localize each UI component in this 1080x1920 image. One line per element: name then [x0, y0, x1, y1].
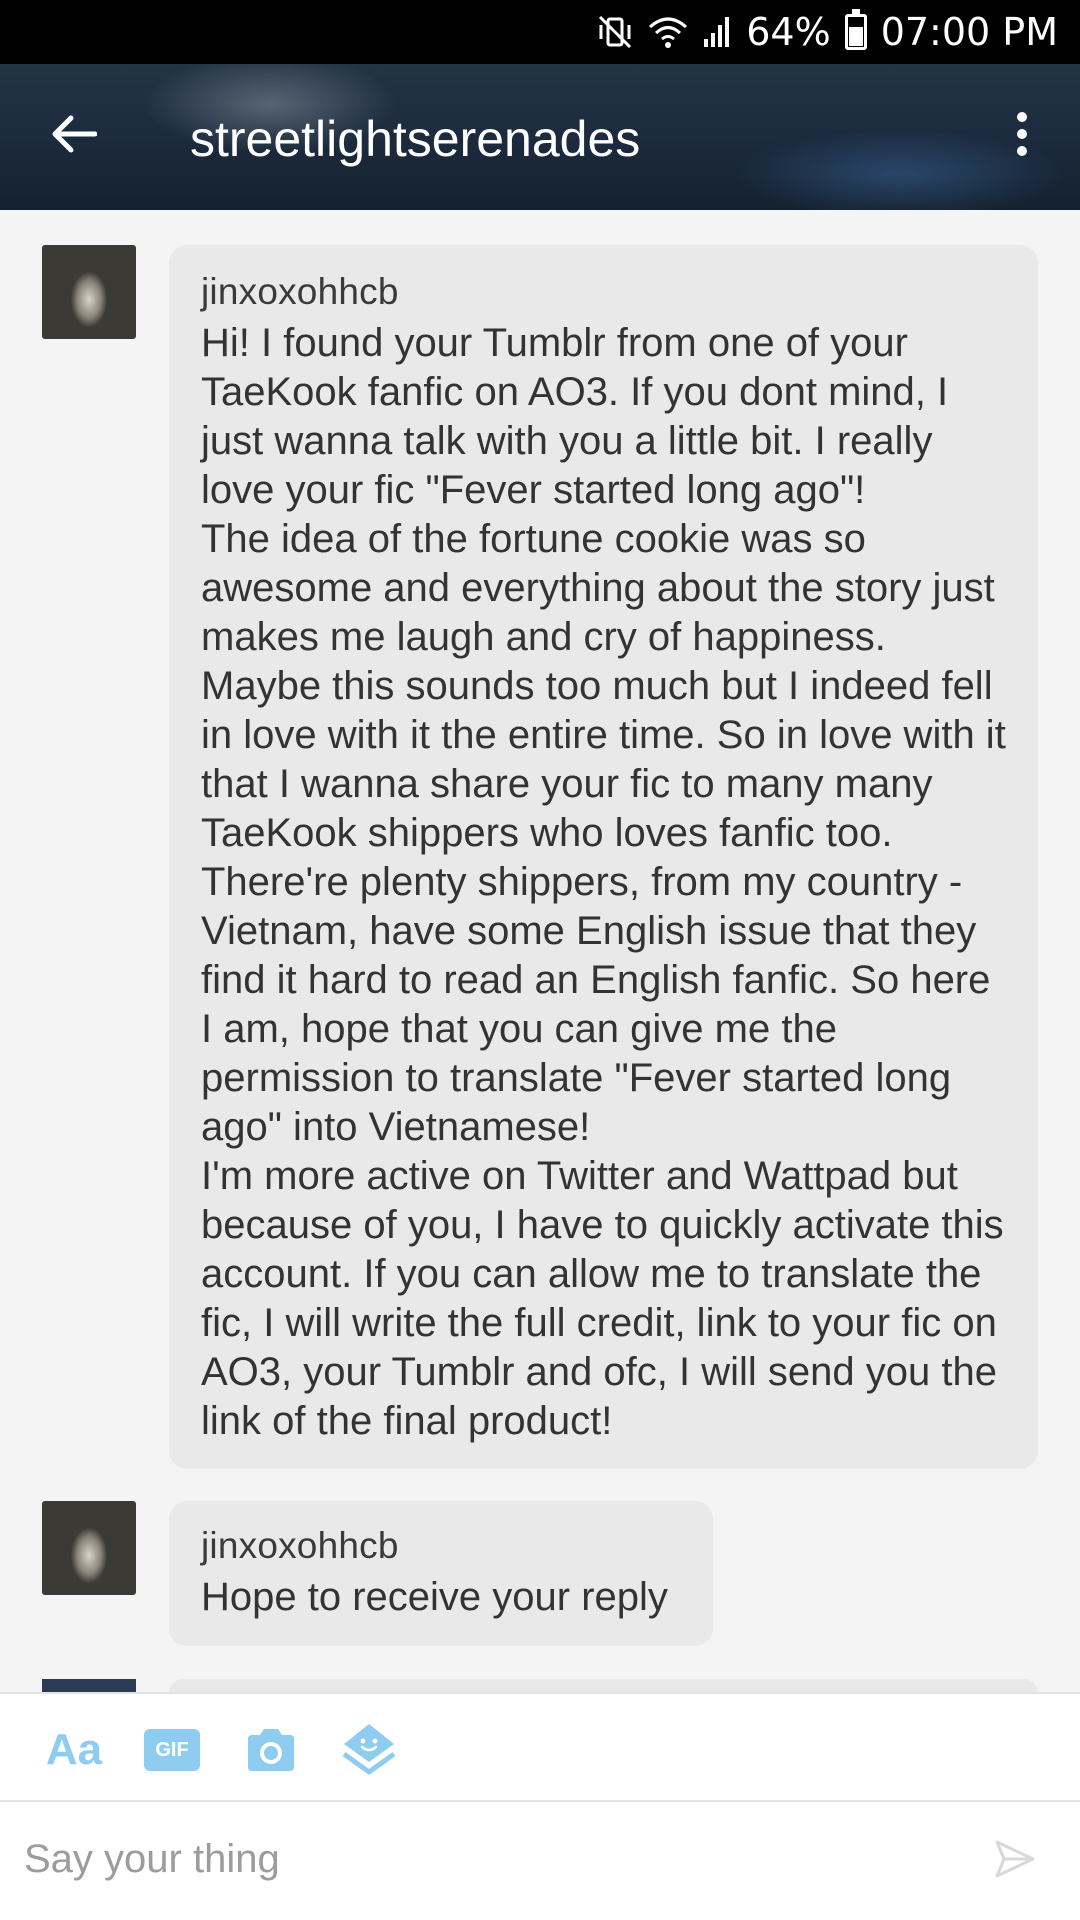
conversation-header: streetlightserenades: [0, 64, 1080, 210]
message-username[interactable]: jinxoxohhcb: [201, 271, 1006, 313]
wifi-icon: [648, 15, 688, 49]
more-vertical-icon: [1017, 112, 1027, 156]
compose-toolbar: Aa GIF: [0, 1694, 1080, 1802]
battery-percent: 64%: [746, 10, 831, 54]
message-bubble: [169, 1679, 1038, 1693]
avatar[interactable]: [42, 1679, 136, 1693]
battery-icon: [844, 9, 867, 50]
vibrate-mute-icon: [596, 13, 634, 51]
arrow-left-icon: [52, 115, 97, 153]
message-text: Hi! I found your Tumblr from one of your…: [201, 321, 1006, 1443]
avatar[interactable]: [42, 1501, 136, 1595]
gif-button[interactable]: GIF: [144, 1722, 200, 1778]
camera-button[interactable]: [244, 1722, 298, 1778]
more-options-button[interactable]: [1000, 104, 1044, 164]
send-icon: [995, 1840, 1035, 1878]
message-bubble: jinxoxohhcb Hi! I found your Tumblr from…: [169, 245, 1038, 1469]
message-username[interactable]: jinxoxohhcb: [201, 1525, 681, 1567]
camera-icon: [248, 1729, 294, 1771]
clock: 07:00 PM: [880, 10, 1058, 54]
sticker-button[interactable]: [340, 1722, 398, 1778]
send-button[interactable]: [994, 1838, 1036, 1880]
signal-icon: [702, 15, 732, 49]
avatar[interactable]: [42, 245, 136, 339]
compose-area: Aa GIF: [0, 1692, 1080, 1920]
gif-icon: GIF: [144, 1729, 200, 1771]
text-format-button[interactable]: Aa: [44, 1722, 104, 1778]
sticker-icon: [342, 1724, 396, 1775]
message-input[interactable]: [24, 1826, 964, 1892]
message-text: Hope to receive your reply: [201, 1575, 668, 1619]
message-bubble: jinxoxohhcb Hope to receive your reply: [169, 1501, 713, 1646]
back-button[interactable]: [44, 104, 104, 164]
status-bar: 64% 07:00 PM: [0, 0, 1080, 64]
conversation-title: streetlightserenades: [190, 111, 641, 167]
